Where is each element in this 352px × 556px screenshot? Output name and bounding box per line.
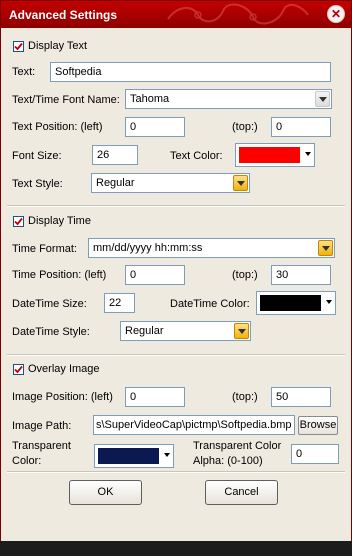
font-name-label: Text/Time Font Name:: [12, 94, 120, 106]
display-text-checkbox[interactable]: [13, 41, 24, 52]
image-position-left-label: Image Position: (left): [12, 391, 113, 403]
time-format-label: Time Format:: [12, 243, 77, 255]
overlay-image-label: Overlay Image: [28, 363, 100, 375]
font-name-value: Tahoma: [130, 93, 170, 105]
datetime-style-label: DateTime Style:: [12, 326, 90, 338]
time-position-left-label: Time Position: (left): [12, 269, 107, 281]
chevron-down-icon: [234, 323, 249, 339]
background-strip: [0, 541, 352, 556]
browse-button[interactable]: Browse: [298, 416, 338, 435]
image-position-top-label: (top:): [232, 391, 258, 403]
transparent-color-label-line2: Color:: [12, 455, 42, 467]
chevron-down-icon: [315, 91, 330, 107]
alpha-label-line2: Alpha: (0-100): [193, 455, 263, 467]
checkmark-icon: [14, 365, 23, 374]
chevron-down-icon: [164, 453, 170, 457]
text-color-label: Text Color:: [170, 150, 223, 162]
text-color-swatch: [239, 147, 300, 163]
time-format-value: mm/dd/yyyy hh:mm:ss: [93, 242, 203, 254]
font-size-label: Font Size:: [12, 150, 62, 162]
time-format-dropdown[interactable]: mm/dd/yyyy hh:mm:ss: [88, 238, 335, 258]
text-position-left-label: Text Position: (left): [12, 121, 103, 133]
text-label: Text:: [12, 66, 36, 78]
cancel-button-label: Cancel: [224, 486, 259, 498]
advanced-settings-window: Advanced Settings ✕ Display Text Text: S…: [0, 0, 352, 556]
font-size-input[interactable]: 26: [92, 145, 138, 165]
checkmark-icon: [14, 217, 23, 226]
window-title: Advanced Settings: [9, 8, 118, 22]
section-divider: [7, 354, 345, 356]
close-button[interactable]: ✕: [327, 5, 345, 23]
section-divider: [7, 471, 345, 473]
chevron-down-icon: [305, 152, 311, 156]
datetime-size-label: DateTime Size:: [12, 298, 87, 310]
transparent-color-swatch: [98, 448, 159, 464]
datetime-style-dropdown[interactable]: Regular: [120, 321, 251, 341]
decorative-swirl-icon: [167, 3, 309, 25]
image-position-top-input[interactable]: 50: [271, 387, 331, 407]
text-style-dropdown[interactable]: Regular: [91, 173, 250, 193]
text-position-top-input[interactable]: 0: [271, 117, 331, 137]
transparent-color-label-line1: Transparent: [12, 440, 71, 452]
font-name-dropdown[interactable]: Tahoma: [125, 89, 332, 109]
display-text-label: Display Text: [28, 40, 88, 52]
text-position-left-input[interactable]: 0: [125, 117, 185, 137]
alpha-input[interactable]: 0: [291, 444, 339, 464]
chevron-down-icon: [318, 240, 333, 256]
image-path-input[interactable]: s\SuperVideoCap\pictmp\Softpedia.bmp: [93, 415, 295, 435]
datetime-style-value: Regular: [125, 325, 164, 337]
title-bar[interactable]: Advanced Settings ✕: [1, 1, 351, 28]
datetime-color-swatch: [260, 295, 321, 311]
time-position-top-input[interactable]: 30: [271, 265, 331, 285]
transparent-color-picker[interactable]: [94, 444, 174, 468]
image-position-left-input[interactable]: 0: [125, 387, 185, 407]
text-position-top-label: (top:): [232, 121, 258, 133]
close-icon: ✕: [330, 7, 342, 21]
text-style-label: Text Style:: [12, 178, 63, 190]
datetime-size-input[interactable]: 22: [104, 293, 135, 313]
display-time-checkbox[interactable]: [13, 216, 24, 227]
image-path-label: Image Path:: [12, 420, 72, 432]
text-style-value: Regular: [96, 177, 135, 189]
alpha-label-line1: Transparent Color: [193, 440, 282, 452]
section-divider: [7, 205, 345, 207]
text-color-picker[interactable]: [235, 143, 315, 167]
checkmark-icon: [14, 42, 23, 51]
time-position-top-label: (top:): [232, 269, 258, 281]
ok-button[interactable]: OK: [69, 480, 142, 505]
ok-button-label: OK: [97, 486, 114, 498]
chevron-down-icon: [233, 175, 248, 191]
overlay-image-checkbox[interactable]: [13, 364, 24, 375]
datetime-color-picker[interactable]: [256, 291, 336, 315]
cancel-button[interactable]: Cancel: [205, 480, 278, 505]
time-position-left-input[interactable]: 0: [125, 265, 185, 285]
display-time-label: Display Time: [28, 215, 91, 227]
chevron-down-icon: [326, 300, 332, 304]
text-input[interactable]: Softpedia: [50, 62, 331, 82]
datetime-color-label: DateTime Color:: [170, 298, 250, 310]
